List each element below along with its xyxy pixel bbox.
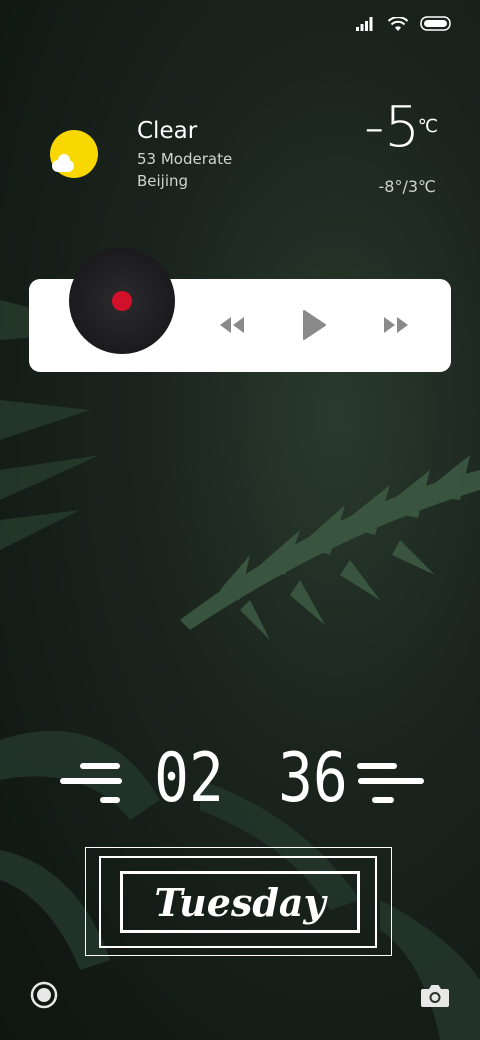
status-bar	[356, 16, 452, 32]
speed-line-right	[357, 763, 397, 769]
disc-center	[112, 291, 132, 311]
speed-line-right	[358, 778, 424, 784]
camera-icon	[421, 985, 449, 1007]
next-button[interactable]	[380, 309, 412, 341]
day-of-week: Tuesday	[154, 879, 326, 925]
record-shortcut[interactable]	[30, 981, 58, 1009]
play-button[interactable]	[298, 309, 330, 341]
next-icon	[384, 317, 408, 333]
battery-icon	[420, 16, 451, 31]
temperature-unit: ℃	[417, 116, 438, 137]
lock-screen: Clear 53 Moderate Beijing -5 ℃ -8°/3℃ 02…	[0, 0, 480, 1040]
record-icon	[30, 981, 58, 1009]
previous-button[interactable]	[216, 309, 248, 341]
temperature-range: -8°/3℃	[378, 177, 437, 196]
clock-hour: 02	[154, 739, 224, 818]
speed-line-left	[60, 778, 122, 784]
previous-icon	[220, 317, 244, 333]
speed-line-left	[100, 797, 120, 803]
weather-condition: Clear	[137, 118, 198, 144]
signal-icon	[356, 17, 373, 31]
current-temperature: -5	[364, 95, 420, 160]
weather-city: Beijing	[137, 172, 189, 190]
vinyl-disc-icon	[69, 248, 175, 354]
speed-line-left	[80, 763, 120, 769]
air-quality: 53 Moderate	[137, 150, 233, 168]
clock-minute: 36	[278, 739, 348, 818]
wifi-icon	[388, 16, 408, 31]
speed-line-right	[372, 797, 394, 803]
camera-shortcut[interactable]	[420, 982, 450, 1008]
play-icon	[303, 310, 326, 340]
